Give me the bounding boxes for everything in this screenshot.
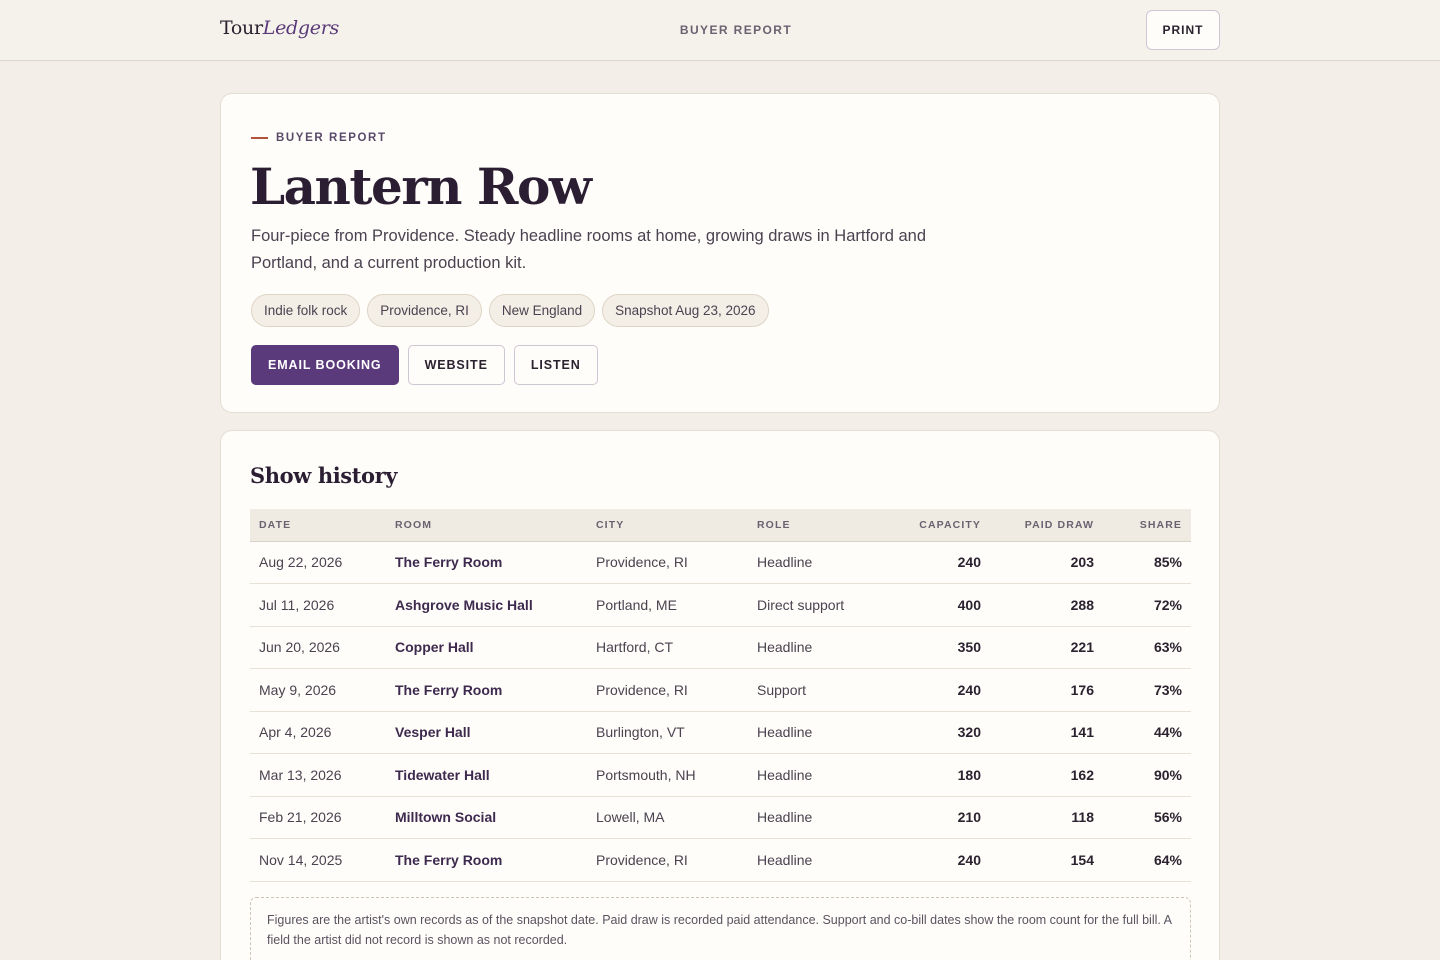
cell-room: Vesper Hall xyxy=(386,711,587,754)
table-row: Feb 21, 2026 Milltown Social Lowell, MA Hea… xyxy=(250,796,1191,839)
cell-capacity: 180 xyxy=(879,753,990,797)
show-history-table: DATE ROOM CITY ROLE CAPACITY PAID DRAW S… xyxy=(250,509,1191,882)
top-bar: TourLedgers BUYER REPORT PRINT xyxy=(0,0,1440,61)
tag-genre: Indie folk rock xyxy=(251,294,361,327)
tag-region: New England xyxy=(488,294,596,327)
cell-date: Nov 14, 2025 xyxy=(250,838,386,882)
table-row: Jul 11, 2026 Ashgrove Music Hall Portland,… xyxy=(250,583,1191,627)
cell-room: Milltown Social xyxy=(386,796,587,839)
cell-date: Feb 21, 2026 xyxy=(250,796,386,839)
column-header-capacity[interactable]: CAPACITY xyxy=(879,509,990,542)
cell-city: Hartford, CT xyxy=(587,626,748,669)
cell-paid-draw: 162 xyxy=(990,753,1103,797)
cell-city: Portsmouth, NH xyxy=(587,753,748,797)
cell-share: 90% xyxy=(1103,753,1191,797)
cell-capacity: 400 xyxy=(879,583,990,627)
table-row: Jun 20, 2026 Copper Hall Hartford, CT Headl… xyxy=(250,626,1191,669)
cell-city: Portland, ME xyxy=(587,583,748,627)
website-button[interactable]: WEBSITE xyxy=(407,345,505,385)
column-header-paid-draw[interactable]: PAID DRAW xyxy=(990,509,1103,542)
cell-date: Apr 4, 2026 xyxy=(250,711,386,754)
table-row: Aug 22, 2026 The Ferry Room Providence, RI… xyxy=(250,541,1191,584)
cell-role: Headline xyxy=(748,796,879,839)
cell-role: Headline xyxy=(748,626,879,669)
cell-date: Mar 13, 2026 xyxy=(250,753,386,797)
cell-role: Direct support xyxy=(748,583,879,627)
cell-share: 63% xyxy=(1103,626,1191,669)
cell-city: Providence, RI xyxy=(587,838,748,882)
cell-city: Providence, RI xyxy=(587,668,748,712)
cell-role: Headline xyxy=(748,711,879,754)
cell-share: 64% xyxy=(1103,838,1191,882)
table-body: Aug 22, 2026 The Ferry Room Providence, RI… xyxy=(250,541,1191,882)
cell-share: 56% xyxy=(1103,796,1191,839)
cell-room: Tidewater Hall xyxy=(386,753,587,797)
cell-role: Support xyxy=(748,668,879,712)
cell-city: Burlington, VT xyxy=(587,711,748,754)
eyebrow-label: BUYER REPORT xyxy=(276,132,387,144)
cell-room: The Ferry Room xyxy=(386,668,587,712)
cell-share: 72% xyxy=(1103,583,1191,627)
table-row: May 9, 2026 The Ferry Room Providence, RI S… xyxy=(250,668,1191,712)
eyebrow-dash xyxy=(251,137,268,139)
cell-capacity: 320 xyxy=(879,711,990,754)
cell-city: Providence, RI xyxy=(587,541,748,584)
cell-share: 44% xyxy=(1103,711,1191,754)
cell-paid-draw: 118 xyxy=(990,796,1103,839)
email-booking-button[interactable]: EMAIL BOOKING xyxy=(251,345,399,385)
table-row: Nov 14, 2025 The Ferry Room Providence, RI… xyxy=(250,838,1191,882)
table-header-row: DATE ROOM CITY ROLE CAPACITY PAID DRAW S… xyxy=(250,509,1191,542)
cell-capacity: 350 xyxy=(879,626,990,669)
show-history-card: Show history DATE ROOM CITY ROLE CAPACIT… xyxy=(220,430,1220,960)
column-header-date[interactable]: DATE xyxy=(250,509,386,542)
artist-summary-card: BUYER REPORT Lantern Row Four-piece from… xyxy=(220,93,1220,413)
cell-city: Lowell, MA xyxy=(587,796,748,839)
tag-list: Indie folk rock Providence, RI New Engla… xyxy=(251,294,769,327)
cell-capacity: 240 xyxy=(879,668,990,712)
cell-date: Aug 22, 2026 xyxy=(250,541,386,584)
cell-date: Jun 20, 2026 xyxy=(250,626,386,669)
column-header-city[interactable]: CITY xyxy=(587,509,748,542)
nav-title: BUYER REPORT xyxy=(679,23,793,37)
artist-name: Lantern Row xyxy=(250,157,592,216)
cell-capacity: 210 xyxy=(879,796,990,839)
cell-role: Headline xyxy=(748,753,879,797)
cell-room: The Ferry Room xyxy=(386,838,587,882)
cell-paid-draw: 288 xyxy=(990,583,1103,627)
cell-paid-draw: 221 xyxy=(990,626,1103,669)
cell-paid-draw: 141 xyxy=(990,711,1103,754)
cell-share: 85% xyxy=(1103,541,1191,584)
cell-paid-draw: 176 xyxy=(990,668,1103,712)
cell-role: Headline xyxy=(748,541,879,584)
section-title: Show history xyxy=(250,463,398,488)
column-header-room[interactable]: ROOM xyxy=(386,509,587,542)
column-header-role[interactable]: ROLE xyxy=(748,509,879,542)
cell-capacity: 240 xyxy=(879,541,990,584)
cell-share: 73% xyxy=(1103,668,1191,712)
tag-snapshot-date: Snapshot Aug 23, 2026 xyxy=(602,294,769,327)
print-button[interactable]: PRINT xyxy=(1146,10,1220,50)
cell-date: Jul 11, 2026 xyxy=(250,583,386,627)
eyebrow: BUYER REPORT xyxy=(251,132,387,144)
column-header-share[interactable]: SHARE xyxy=(1103,509,1191,542)
cell-paid-draw: 203 xyxy=(990,541,1103,584)
cell-room: Ashgrove Music Hall xyxy=(386,583,587,627)
cell-date: May 9, 2026 xyxy=(250,668,386,712)
data-note: Figures are the artist's own records as … xyxy=(250,897,1191,960)
artist-description: Four-piece from Providence. Steady headl… xyxy=(251,227,927,272)
action-buttons: EMAIL BOOKING WEBSITE LISTEN xyxy=(251,345,598,385)
tag-hometown: Providence, RI xyxy=(367,294,482,327)
cell-capacity: 240 xyxy=(879,838,990,882)
table-row: Apr 4, 2026 Vesper Hall Burlington, VT Head… xyxy=(250,711,1191,754)
table-row: Mar 13, 2026 Tidewater Hall Portsmouth, NH… xyxy=(250,753,1191,797)
cell-role: Headline xyxy=(748,838,879,882)
cell-room: The Ferry Room xyxy=(386,541,587,584)
listen-button[interactable]: LISTEN xyxy=(513,345,598,385)
cell-paid-draw: 154 xyxy=(990,838,1103,882)
cell-room: Copper Hall xyxy=(386,626,587,669)
